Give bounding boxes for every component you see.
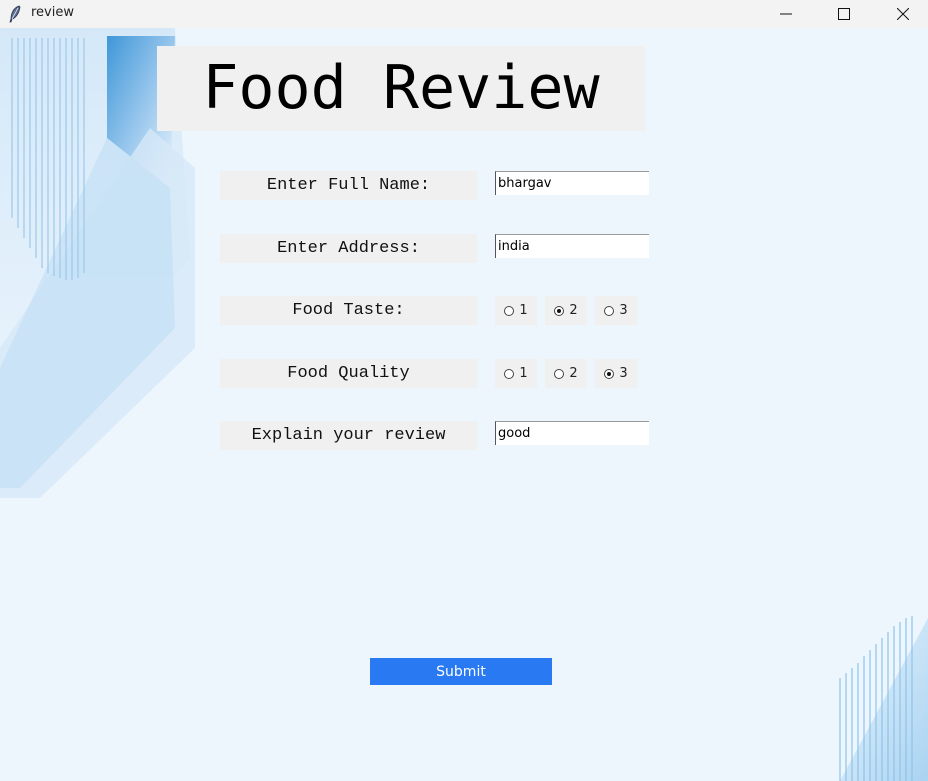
minimize-icon [780, 5, 792, 24]
review-label: Explain your review [220, 421, 477, 450]
radio-circle-icon [604, 305, 615, 316]
page-title: Food Review [157, 46, 645, 131]
taste-option-label: 1 [519, 303, 528, 318]
quality-radio-3[interactable]: 3 [595, 359, 637, 388]
feather-icon [8, 5, 22, 23]
maximize-icon [838, 5, 850, 24]
quality-radio-2[interactable]: 2 [545, 359, 587, 388]
address-label: Enter Address: [220, 234, 477, 263]
radio-circle-icon [504, 368, 515, 379]
quality-option-label: 1 [519, 366, 528, 381]
quality-option-label: 2 [569, 366, 578, 381]
taste-option-label: 3 [619, 303, 628, 318]
review-input[interactable] [495, 421, 649, 445]
food-quality-label: Food Quality [220, 359, 477, 388]
radio-checked-icon [604, 368, 615, 379]
title-bar: review [0, 0, 928, 29]
close-icon [896, 5, 910, 24]
submit-button[interactable]: Submit [370, 658, 552, 685]
quality-option-label: 3 [619, 366, 628, 381]
quality-radio-1[interactable]: 1 [495, 359, 537, 388]
taste-option-label: 2 [569, 303, 578, 318]
radio-checked-icon [554, 305, 565, 316]
taste-radio-3[interactable]: 3 [595, 296, 637, 325]
taste-radio-2[interactable]: 2 [545, 296, 587, 325]
taste-radio-1[interactable]: 1 [495, 296, 537, 325]
window-title: review [31, 5, 74, 20]
full-name-input[interactable] [495, 171, 649, 195]
radio-circle-icon [554, 368, 565, 379]
full-name-label: Enter Full Name: [220, 171, 477, 200]
app-window: review Food Review Enter Full Name: bhar… [0, 0, 928, 781]
form-canvas: Food Review Enter Full Name: Enter Addre… [0, 28, 928, 781]
food-taste-label: Food Taste: [220, 296, 477, 325]
close-button[interactable] [880, 0, 926, 28]
maximize-button[interactable] [821, 0, 867, 28]
minimize-button[interactable] [763, 0, 809, 28]
radio-circle-icon [504, 305, 515, 316]
address-input[interactable] [495, 234, 649, 258]
